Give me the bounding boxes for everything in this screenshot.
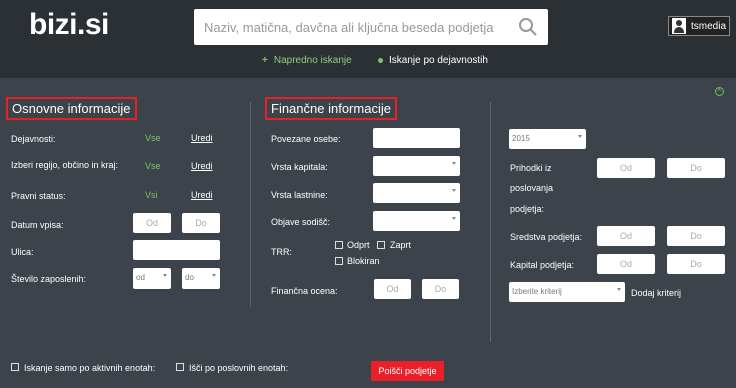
revenue-label-3: podjetja: <box>510 204 545 214</box>
search-box <box>194 9 548 45</box>
capital-from[interactable]: Od <box>597 254 655 274</box>
activity-value: Vse <box>145 133 161 143</box>
capital-label: Kapital podjetja: <box>510 260 575 270</box>
trr-blocked-checkbox[interactable] <box>335 257 343 265</box>
employees-from-select[interactable]: od <box>133 268 171 289</box>
revenue-label-1: Prihodki iz <box>510 163 552 173</box>
ownership-select[interactable] <box>373 183 460 203</box>
rating-label: Finančna ocena: <box>271 286 338 296</box>
advanced-search-link[interactable]: + Napredno iskanje <box>262 55 352 66</box>
street-input[interactable] <box>133 240 220 260</box>
close-icon[interactable] <box>715 85 724 96</box>
ownership-label: Vrsta lastnine: <box>271 190 328 200</box>
region-edit-link[interactable]: Uredi <box>191 161 213 171</box>
financial-info-title: Finančne informacije <box>265 97 397 120</box>
legal-status-label: Pravni status: <box>11 191 66 201</box>
basic-info-title: Osnovne informacije <box>6 97 137 120</box>
advanced-search-label: Napredno iskanje <box>273 55 352 66</box>
trr-closed-label: Zaprt <box>390 240 412 250</box>
region-value: Vse <box>145 161 161 171</box>
user-name: tsmedia <box>691 20 727 32</box>
employees-to-select[interactable]: do <box>182 268 220 289</box>
court-select[interactable] <box>373 211 460 231</box>
entry-date-label: Datum vpisa: <box>11 220 64 230</box>
legal-status-value: Vsi <box>145 190 158 200</box>
user-menu[interactable]: tsmedia <box>668 16 730 36</box>
chevron-down-icon <box>163 274 167 277</box>
year-value: 2015 <box>512 134 530 143</box>
chevron-down-icon <box>617 288 621 291</box>
assets-from[interactable]: Od <box>597 226 655 246</box>
search-company-button[interactable]: Poišči podjetje <box>371 361 444 381</box>
plus-icon: + <box>262 55 268 66</box>
employees-from-value: od <box>136 273 145 282</box>
street-label: Ulica: <box>11 247 34 257</box>
activity-label: Dejavnosti: <box>11 134 56 144</box>
activity-search-link[interactable]: Iskanje po dejavnostih <box>378 55 488 66</box>
activity-search-label: Iskanje po dejavnostih <box>389 55 488 66</box>
trr-open-checkbox[interactable] <box>335 241 343 249</box>
rating-from[interactable]: Od <box>374 279 411 299</box>
related-persons-label: Povezane osebe: <box>271 134 341 144</box>
legal-status-edit-link[interactable]: Uredi <box>191 190 213 200</box>
active-only-checkbox[interactable] <box>11 363 19 371</box>
trr-blocked-label: Blokiran <box>347 256 380 266</box>
related-persons-input[interactable] <box>373 128 460 148</box>
chevron-down-icon <box>212 274 216 277</box>
revenue-to[interactable]: Do <box>667 158 725 178</box>
activity-edit-link[interactable]: Uredi <box>191 133 213 143</box>
capital-type-select[interactable] <box>373 156 460 176</box>
search-icon[interactable] <box>518 17 538 37</box>
capital-type-label: Vrsta kapitala: <box>271 162 328 172</box>
trr-label: TRR: <box>271 247 292 257</box>
business-units-checkbox[interactable] <box>176 363 184 371</box>
divider <box>490 102 491 342</box>
trr-open-label: Odprt <box>347 240 370 250</box>
entry-date-from[interactable]: Od <box>133 213 171 233</box>
criteria-select[interactable]: Izberite kriterij <box>509 282 625 302</box>
assets-to[interactable]: Do <box>667 226 725 246</box>
court-label: Objave sodišč: <box>271 217 331 227</box>
business-units-label: Išči po poslovnih enotah: <box>189 363 289 373</box>
avatar-icon <box>672 18 686 34</box>
capital-to[interactable]: Do <box>667 254 725 274</box>
trr-closed-checkbox[interactable] <box>377 241 385 249</box>
rating-to[interactable]: Do <box>422 279 459 299</box>
chevron-down-icon <box>452 189 456 192</box>
employees-label: Število zaposlenih: <box>11 274 87 284</box>
chevron-down-icon <box>578 135 582 138</box>
bullet-icon <box>378 57 383 63</box>
add-criteria-link[interactable]: Dodaj kriterij <box>631 287 681 299</box>
region-label: Izberi regijo, občino in kraj: <box>11 160 119 170</box>
year-select[interactable]: 2015 <box>509 129 586 149</box>
logo[interactable]: bizi.si <box>29 8 109 42</box>
revenue-label-2: poslovanja <box>510 183 554 193</box>
search-input[interactable] <box>204 9 504 45</box>
entry-date-to[interactable]: Do <box>182 213 220 233</box>
revenue-from[interactable]: Od <box>597 158 655 178</box>
chevron-down-icon <box>452 217 456 220</box>
chevron-down-icon <box>452 162 456 165</box>
active-only-label: Iskanje samo po aktivnih enotah: <box>24 363 156 373</box>
assets-label: Sredstva podjetja: <box>510 232 583 242</box>
criteria-placeholder: Izberite kriterij <box>512 287 562 296</box>
employees-to-value: do <box>185 273 194 282</box>
divider <box>250 102 251 307</box>
